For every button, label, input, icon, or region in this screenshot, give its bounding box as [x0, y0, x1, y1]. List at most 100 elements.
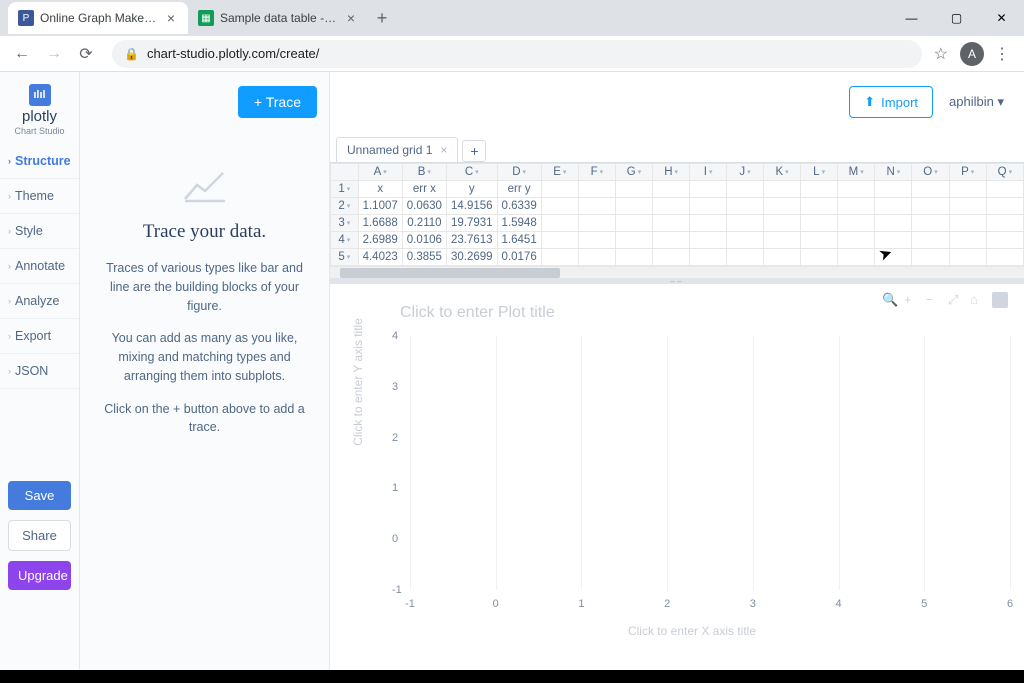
cell[interactable] — [653, 198, 690, 215]
plot-axes[interactable]: -10123456-101234 — [410, 336, 1010, 616]
cell[interactable] — [764, 181, 801, 198]
sidebar-item-analyze[interactable]: ›Analyze — [0, 284, 79, 319]
plotly-logo-icon[interactable] — [992, 292, 1008, 308]
cell[interactable]: 30.2699 — [446, 249, 497, 266]
cell[interactable] — [727, 181, 764, 198]
forward-button[interactable]: → — [40, 40, 68, 68]
cell[interactable] — [615, 181, 652, 198]
column-header-L[interactable]: L ▾ — [801, 164, 838, 181]
bookmark-icon[interactable]: ☆ — [934, 44, 948, 64]
cell[interactable] — [986, 249, 1023, 266]
cell[interactable]: 0.3855 — [402, 249, 446, 266]
cell[interactable]: 4.4023 — [358, 249, 402, 266]
column-header-A[interactable]: A ▾ — [358, 164, 402, 181]
cell[interactable] — [764, 198, 801, 215]
cell[interactable] — [690, 249, 727, 266]
column-header-J[interactable]: J ▾ — [727, 164, 764, 181]
cell[interactable]: 1.6688 — [358, 215, 402, 232]
back-button[interactable]: ← — [8, 40, 36, 68]
cell[interactable] — [615, 198, 652, 215]
cell[interactable] — [838, 198, 875, 215]
horizontal-scrollbar[interactable] — [330, 266, 1024, 278]
cell[interactable] — [727, 232, 764, 249]
sidebar-item-export[interactable]: ›Export — [0, 319, 79, 354]
autoscale-icon[interactable]: ⤢ — [948, 292, 964, 308]
column-header-Q[interactable]: Q ▾ — [986, 164, 1023, 181]
url-input[interactable]: 🔒 chart-studio.plotly.com/create/ — [112, 40, 922, 68]
add-trace-button[interactable]: + Trace — [238, 86, 317, 118]
cell[interactable] — [578, 198, 615, 215]
row-header[interactable]: 5 ▾ — [331, 249, 359, 266]
cell[interactable] — [838, 249, 875, 266]
column-header-D[interactable]: D ▾ — [497, 164, 541, 181]
cell[interactable] — [875, 249, 912, 266]
cell[interactable]: err y — [497, 181, 541, 198]
row-header[interactable]: 4 ▾ — [331, 232, 359, 249]
cell[interactable] — [727, 215, 764, 232]
cell[interactable] — [912, 232, 949, 249]
cell[interactable] — [986, 215, 1023, 232]
column-header-O[interactable]: O ▾ — [912, 164, 949, 181]
zoom-icon[interactable]: 🔍 — [882, 292, 898, 308]
cell[interactable] — [838, 232, 875, 249]
column-header-F[interactable]: F ▾ — [578, 164, 615, 181]
cell[interactable] — [764, 232, 801, 249]
cell[interactable]: 2.6989 — [358, 232, 402, 249]
column-header-I[interactable]: I ▾ — [690, 164, 727, 181]
cell[interactable] — [653, 232, 690, 249]
sidebar-item-structure[interactable]: ›Structure — [0, 144, 79, 179]
cell[interactable] — [949, 249, 986, 266]
cell[interactable] — [690, 198, 727, 215]
cell[interactable] — [875, 232, 912, 249]
browser-tab-plotly[interactable]: P Online Graph Maker · Plotly Char × — [8, 2, 188, 34]
cell[interactable] — [727, 249, 764, 266]
cell[interactable] — [912, 198, 949, 215]
cell[interactable] — [764, 215, 801, 232]
cell[interactable] — [986, 198, 1023, 215]
grid-tab[interactable]: Unnamed grid 1 × — [336, 137, 458, 162]
save-button[interactable]: Save — [8, 481, 71, 510]
cell[interactable] — [949, 215, 986, 232]
cell[interactable] — [615, 249, 652, 266]
cell[interactable] — [541, 181, 578, 198]
cell[interactable]: 0.0176 — [497, 249, 541, 266]
spreadsheet[interactable]: A ▾B ▾C ▾D ▾E ▾F ▾G ▾H ▾I ▾J ▾K ▾L ▾M ▾N… — [330, 162, 1024, 278]
cell[interactable]: y — [446, 181, 497, 198]
cell[interactable] — [578, 215, 615, 232]
sidebar-item-annotate[interactable]: ›Annotate — [0, 249, 79, 284]
cell[interactable] — [801, 215, 838, 232]
column-header-C[interactable]: C ▾ — [446, 164, 497, 181]
cell[interactable]: 0.2110 — [402, 215, 446, 232]
column-header-P[interactable]: P ▾ — [949, 164, 986, 181]
minimize-button[interactable]: — — [889, 2, 934, 34]
cell[interactable]: 1.6451 — [497, 232, 541, 249]
row-header[interactable]: 3 ▾ — [331, 215, 359, 232]
cell[interactable] — [653, 215, 690, 232]
cell[interactable] — [986, 181, 1023, 198]
browser-menu-button[interactable]: ⋮ — [988, 40, 1016, 68]
cell[interactable]: 0.0106 — [402, 232, 446, 249]
cell[interactable] — [578, 181, 615, 198]
upgrade-button[interactable]: Upgrade — [8, 561, 71, 590]
cell[interactable] — [912, 181, 949, 198]
x-axis-title-input[interactable]: Click to enter X axis title — [380, 624, 1004, 638]
cell[interactable] — [541, 232, 578, 249]
column-header-K[interactable]: K ▾ — [764, 164, 801, 181]
user-menu[interactable]: aphilbin ▾ — [949, 94, 1004, 110]
browser-tab-sheets[interactable]: ▦ Sample data table - Google Shee × — [188, 2, 368, 34]
close-icon[interactable]: × — [440, 143, 447, 157]
cell[interactable] — [912, 249, 949, 266]
maximize-button[interactable]: ▢ — [934, 2, 979, 34]
reload-button[interactable]: ⟳ — [72, 40, 100, 68]
row-header[interactable]: 2 ▾ — [331, 198, 359, 215]
new-tab-button[interactable]: + — [368, 4, 396, 32]
cell[interactable] — [764, 249, 801, 266]
cell[interactable] — [541, 249, 578, 266]
cell[interactable] — [838, 181, 875, 198]
reset-icon[interactable]: ⌂ — [970, 292, 986, 308]
cell[interactable]: 0.6339 — [497, 198, 541, 215]
column-header-M[interactable]: M ▾ — [838, 164, 875, 181]
profile-avatar[interactable]: A — [960, 42, 984, 66]
cell[interactable] — [801, 181, 838, 198]
cell[interactable] — [578, 232, 615, 249]
